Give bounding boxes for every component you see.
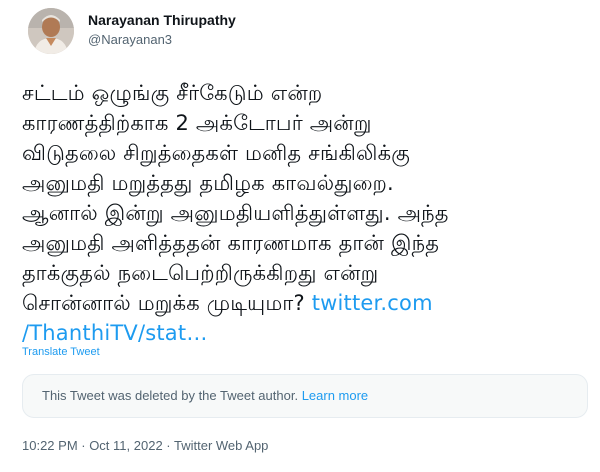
deleted-notice-text: This Tweet was deleted by the Tweet auth… [42, 388, 302, 403]
tweet-text-line: விடுதலை சிறுத்தைகள் மனித சங்கிலிக்கு [22, 141, 410, 165]
deleted-tweet-notice: This Tweet was deleted by the Tweet auth… [22, 374, 588, 418]
translate-tweet-link[interactable]: Translate Tweet [22, 346, 100, 358]
tweet-link-continued[interactable]: /ThanthiTV/stat… [22, 318, 592, 348]
tweet-text-line: சட்டம் ஒழுங்கு சீர்கேடும் என்ற [22, 81, 323, 105]
tweet-text-line: அனுமதி மறுத்தது தமிழக காவல்துறை. [22, 171, 394, 195]
tweet-link[interactable]: twitter.com [312, 291, 433, 315]
tweet-text-line: தாக்குதல் நடைபெற்றிருக்கிறது என்று [22, 261, 379, 285]
author-name[interactable]: Narayanan Thirupathy [88, 12, 236, 28]
tweet-text-line-last: சொன்னால் மறுக்க முடியுமா? twitter.com [22, 288, 592, 318]
tweet-text: சட்டம் ஒழுங்கு சீர்கேடும் என்ற காரணத்திற… [22, 78, 592, 348]
tweet-text-fragment: சொன்னால் மறுக்க முடியுமா? [22, 291, 312, 315]
tweet-timestamp[interactable]: 10:22 PM · Oct 11, 2022 · Twitter Web Ap… [22, 438, 268, 453]
learn-more-link[interactable]: Learn more [302, 388, 368, 403]
tweet-text-line: அனுமதி அளித்ததன் காரணமாக தான் இந்த [22, 231, 440, 255]
tweet-text-line: ஆனால் இன்று அனுமதியளித்துள்ளது. அந்த [22, 201, 449, 225]
avatar[interactable] [28, 8, 74, 54]
tweet-card: Narayanan Thirupathy @Narayanan3 சட்டம் … [0, 0, 600, 472]
tweet-text-line: காரணத்திற்காக 2 அக்டோபர் அன்று [22, 111, 372, 135]
author-handle[interactable]: @Narayanan3 [88, 32, 172, 47]
